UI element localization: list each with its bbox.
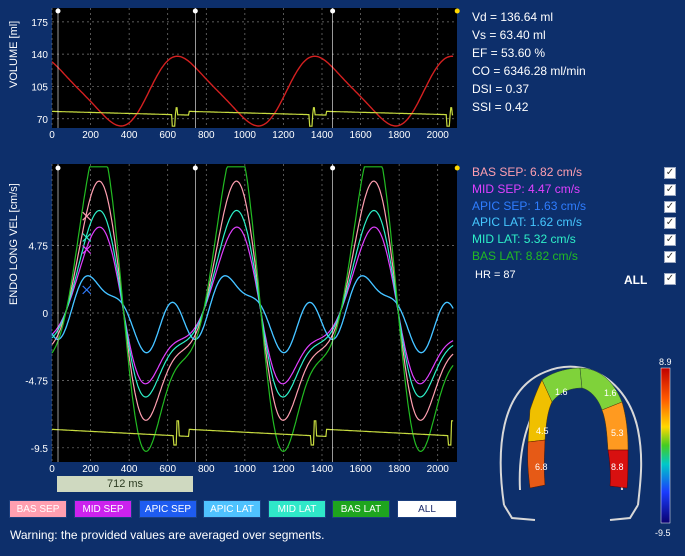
- stat-ef: EF = 53.60 %: [472, 46, 546, 60]
- vel-ytick-label: -9.5: [31, 444, 49, 455]
- btn-bas-sep[interactable]: BAS SEP: [9, 500, 67, 518]
- heart-rate: HR = 87: [475, 269, 516, 281]
- vol-ytick-label: 70: [37, 115, 49, 126]
- vel-xtick-label: 600: [159, 464, 176, 475]
- heart-value-bas-sep: 6.8: [535, 462, 548, 472]
- seg-label-mid-sep: MID SEP: 4.47 cm/s: [472, 181, 581, 196]
- btn-apic-sep[interactable]: APIC SEP: [139, 500, 197, 518]
- vol-xtick-label: 0: [49, 130, 55, 141]
- heart-value-mid-sep: 4.5: [536, 426, 549, 436]
- velocity-chart: -9.5 -4.75 0 4.75 0 200 400 600 800 1000 1200 1400…: [25, 164, 460, 475]
- stat-vs: Vs = 63.40 ml: [472, 28, 546, 42]
- vol-xtick-label: 1800: [388, 130, 411, 141]
- vel-ytick-label: 4.75: [29, 242, 49, 253]
- stat-dsi: DSI = 0.37: [472, 82, 530, 96]
- checkbox-apic-lat[interactable]: ✓: [664, 217, 676, 229]
- vol-xtick-label: 600: [159, 130, 176, 141]
- vel-xtick-label: 1400: [311, 464, 334, 475]
- btn-apic-lat[interactable]: APIC LAT: [203, 500, 261, 518]
- stat-ssi: SSI = 0.42: [472, 100, 529, 114]
- btn-mid-sep[interactable]: MID SEP: [74, 500, 132, 518]
- seg-label-bas-sep: BAS SEP: 6.82 cm/s: [472, 165, 583, 179]
- color-scale-bar: [660, 367, 671, 524]
- checkbox-mid-lat[interactable]: ✓: [664, 234, 676, 246]
- vol-xtick-label: 1600: [349, 130, 372, 141]
- vel-xtick-label: 800: [198, 464, 215, 475]
- heart-value-apic-sep: 1.6: [555, 387, 568, 397]
- heart-value-bas-lat: 8.8: [611, 462, 624, 472]
- checkbox-bas-sep[interactable]: ✓: [664, 167, 676, 179]
- warning-message: Warning: the provided values are average…: [10, 528, 325, 542]
- vol-xtick-label: 400: [121, 130, 138, 141]
- heart-base-left: [503, 504, 536, 521]
- btn-all[interactable]: ALL: [397, 500, 457, 518]
- cycle-marker-dot: [55, 8, 61, 14]
- vol-ytick-label: 175: [31, 18, 48, 29]
- seg-label-apic-sep: APIC SEP: 1.63 cm/s: [472, 198, 587, 213]
- vol-xtick-label: 2000: [427, 130, 450, 141]
- stat-vd: Vd = 136.64 ml: [472, 10, 554, 24]
- color-scale-min: -9.5: [655, 528, 671, 538]
- vel-cycle-marker-dot: [454, 165, 460, 171]
- vel-ytick-label: -4.75: [25, 376, 48, 387]
- volume-stats: Vd = 136.64 ml Vs = 63.40 ml EF = 53.60 …: [472, 8, 586, 116]
- seg-label-bas-lat: BAS LAT: 8.82 cm/s: [472, 248, 578, 263]
- checkbox-all[interactable]: ✓: [664, 273, 676, 285]
- color-scale-max: 8.9: [659, 357, 672, 367]
- checkbox-bas-lat[interactable]: ✓: [664, 251, 676, 263]
- cycle-marker-dot: [454, 8, 460, 14]
- vol-xtick-label: 1000: [234, 130, 257, 141]
- heart-value-mid-lat: 5.3: [611, 428, 624, 438]
- vol-xtick-label: 1400: [311, 130, 334, 141]
- cycle-marker-dot: [192, 8, 198, 14]
- vel-xtick-label: 400: [121, 464, 138, 475]
- vel-xtick-label: 1600: [349, 464, 372, 475]
- all-toggle-label: ALL: [624, 273, 648, 287]
- vol-xtick-label: 1200: [272, 130, 295, 141]
- vel-cycle-marker-dot: [55, 165, 61, 171]
- vel-xtick-label: 1800: [388, 464, 411, 475]
- cycle-duration-label: 712 ms: [57, 476, 193, 492]
- vel-cycle-marker-dot: [330, 165, 336, 171]
- vel-xtick-label: 0: [49, 464, 55, 475]
- vel-xtick-label: 1000: [234, 464, 257, 475]
- seg-label-apic-lat: APIC LAT: 1.62 cm/s: [472, 215, 582, 230]
- heart-base-right: [609, 504, 639, 521]
- cycle-marker-dot: [330, 8, 336, 14]
- vol-xtick-label: 200: [82, 130, 99, 141]
- volume-plot-area: [52, 8, 457, 128]
- checkbox-mid-sep[interactable]: ✓: [664, 184, 676, 196]
- stat-co: CO = 6346.28 ml/min: [472, 64, 586, 78]
- volume-chart: 70 105 140 175 0 200 400 600 800 1000 1200 1400 160…: [31, 8, 460, 141]
- btn-mid-lat[interactable]: MID LAT: [268, 500, 326, 518]
- seg-label-mid-lat: MID LAT: 5.32 cm/s: [472, 232, 576, 247]
- vel-cycle-marker-dot: [192, 165, 198, 171]
- vol-xtick-label: 800: [198, 130, 215, 141]
- heart-segment-diagram: 1.6 1.6 4.5 5.3 6.8 8.8: [499, 365, 671, 524]
- vol-ytick-label: 140: [31, 50, 48, 61]
- heart-value-apic-lat: 1.6: [604, 388, 617, 398]
- vel-xtick-label: 1200: [272, 464, 295, 475]
- vel-xtick-label: 2000: [427, 464, 450, 475]
- segment-mid-lat: [601, 401, 629, 451]
- segment-velocity-list: BAS SEP: 6.82 cm/s MID SEP: 4.47 cm/s AP…: [472, 164, 586, 265]
- checkbox-apic-sep[interactable]: ✓: [664, 201, 676, 213]
- vol-ytick-label: 105: [31, 82, 48, 93]
- vel-ytick-label: 0: [42, 309, 48, 320]
- vel-xtick-label: 200: [82, 464, 99, 475]
- btn-bas-lat[interactable]: BAS LAT: [332, 500, 390, 518]
